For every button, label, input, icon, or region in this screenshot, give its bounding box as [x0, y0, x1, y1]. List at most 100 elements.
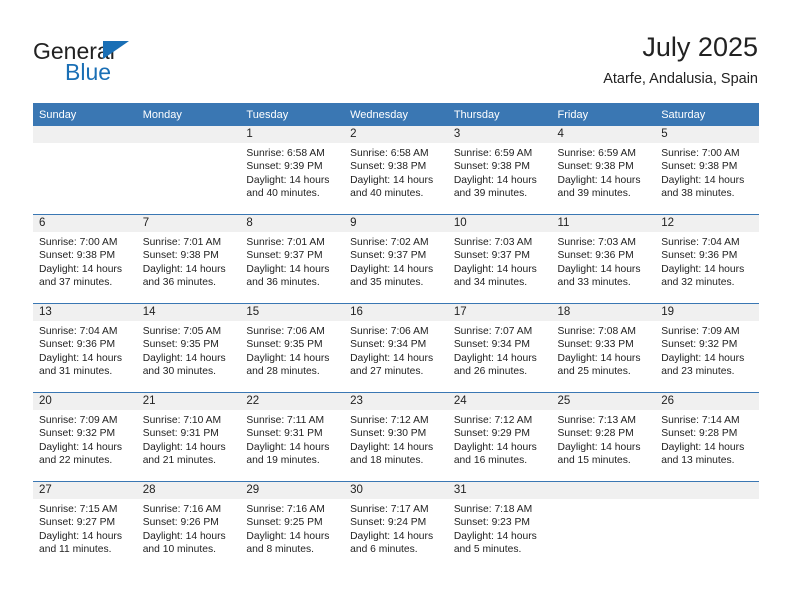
calendar-day-cell[interactable]: 1 Sunrise: 6:58 AM Sunset: 9:39 PM Daylight… — [240, 126, 345, 215]
daylight-line-2: and 22 minutes. — [39, 454, 113, 466]
sunrise-line: Sunrise: 7:12 AM — [453, 415, 533, 426]
daylight-line-1: Daylight: 14 hours — [246, 174, 330, 186]
day-number: 16 — [344, 304, 448, 321]
day-sun-details: Sunrise: 7:12 AM Sunset: 9:30 PM Daylight:… — [344, 410, 448, 467]
calendar-day-cell[interactable]: 2 Sunrise: 6:58 AM Sunset: 9:38 PM Daylight… — [344, 126, 448, 215]
sunset-line: Sunset: 9:30 PM — [350, 428, 427, 440]
weekday-header-thursday: Thursday — [447, 103, 552, 126]
calendar-day-cell[interactable]: 16 Sunrise: 7:06 AM Sunset: 9:34 PM Dayligh… — [344, 303, 448, 393]
calendar-day-cell[interactable]: 28 Sunrise: 7:16 AM Sunset: 9:26 PM Dayligh… — [136, 481, 241, 570]
sunset-line: Sunset: 9:31 PM — [246, 428, 323, 440]
daylight-line-1: Daylight: 14 hours — [557, 263, 641, 275]
calendar-day-cell[interactable]: 12 Sunrise: 7:04 AM Sunset: 9:36 PM Dayligh… — [655, 214, 759, 304]
calendar-day-cell[interactable]: 23 Sunrise: 7:12 AM Sunset: 9:30 PM Dayligh… — [344, 392, 448, 482]
daylight-line-1: Daylight: 14 hours — [350, 530, 434, 542]
calendar-day-cell[interactable]: 21 Sunrise: 7:10 AM Sunset: 9:31 PM Dayligh… — [136, 392, 241, 482]
sunset-line: Sunset: 9:38 PM — [142, 250, 219, 262]
calendar-week-row: 6 Sunrise: 7:00 AM Sunset: 9:38 PM Daylight… — [33, 214, 759, 304]
day-number: 22 — [240, 393, 345, 410]
daylight-line-2: and 32 minutes. — [661, 276, 735, 288]
daylight-line-1: Daylight: 14 hours — [142, 352, 226, 364]
daylight-line-1: Daylight: 14 hours — [661, 174, 745, 186]
sunset-line: Sunset: 9:38 PM — [350, 161, 427, 173]
daylight-line-2: and 39 minutes. — [453, 187, 528, 199]
day-sun-details: Sunrise: 7:04 AM Sunset: 9:36 PM Daylight:… — [33, 321, 137, 378]
day-number — [655, 482, 759, 499]
daylight-line-1: Daylight: 14 hours — [453, 441, 537, 453]
daylight-line-1: Daylight: 14 hours — [246, 263, 330, 275]
calendar-day-cell[interactable]: 30 Sunrise: 7:17 AM Sunset: 9:24 PM Dayligh… — [344, 481, 448, 570]
calendar-week-row: 27 Sunrise: 7:15 AM Sunset: 9:27 PM Dayligh… — [33, 481, 759, 570]
day-number: 29 — [240, 482, 345, 499]
calendar-day-cell[interactable]: 14 Sunrise: 7:05 AM Sunset: 9:35 PM Dayligh… — [136, 303, 241, 393]
calendar-day-cell[interactable]: 26 Sunrise: 7:14 AM Sunset: 9:28 PM Dayligh… — [655, 392, 759, 482]
daylight-line-1: Daylight: 14 hours — [350, 174, 434, 186]
day-sun-details: Sunrise: 7:09 AM Sunset: 9:32 PM Daylight:… — [655, 321, 759, 378]
weekday-header-tuesday: Tuesday — [240, 103, 345, 126]
day-number: 21 — [136, 393, 241, 410]
day-number: 6 — [33, 215, 137, 232]
sunset-line: Sunset: 9:27 PM — [39, 517, 116, 529]
calendar-day-cell[interactable]: 29 Sunrise: 7:16 AM Sunset: 9:25 PM Dayligh… — [240, 481, 345, 570]
calendar-day-cell[interactable]: 10 Sunrise: 7:03 AM Sunset: 9:37 PM Dayligh… — [447, 214, 552, 304]
day-sun-details: Sunrise: 7:16 AM Sunset: 9:25 PM Daylight:… — [240, 499, 344, 556]
day-sun-details: Sunrise: 7:17 AM Sunset: 9:24 PM Daylight:… — [344, 499, 448, 556]
daylight-line-1: Daylight: 14 hours — [142, 263, 226, 275]
general-blue-logo[interactable]: General Blue — [33, 38, 233, 86]
daylight-line-1: Daylight: 14 hours — [246, 441, 330, 453]
daylight-line-2: and 33 minutes. — [557, 276, 631, 288]
day-number: 27 — [33, 482, 137, 499]
sunset-line: Sunset: 9:36 PM — [39, 339, 116, 351]
calendar-day-cell[interactable]: 19 Sunrise: 7:09 AM Sunset: 9:32 PM Dayligh… — [655, 303, 759, 393]
sunrise-line: Sunrise: 7:01 AM — [246, 237, 325, 248]
calendar-day-cell[interactable]: 5 Sunrise: 7:00 AM Sunset: 9:38 PM Daylight… — [655, 126, 759, 215]
calendar-day-cell[interactable]: 31 Sunrise: 7:18 AM Sunset: 9:23 PM Dayligh… — [447, 481, 552, 570]
sunset-line: Sunset: 9:38 PM — [661, 161, 738, 173]
sunset-line: Sunset: 9:37 PM — [350, 250, 427, 262]
sunrise-line: Sunrise: 6:58 AM — [246, 148, 325, 159]
day-number: 15 — [240, 304, 345, 321]
day-sun-details: Sunrise: 6:58 AM Sunset: 9:38 PM Daylight:… — [344, 143, 448, 200]
calendar-day-cell[interactable]: 3 Sunrise: 6:59 AM Sunset: 9:38 PM Daylight… — [447, 126, 552, 215]
sunrise-line: Sunrise: 6:58 AM — [350, 148, 429, 159]
calendar-day-cell[interactable]: 13 Sunrise: 7:04 AM Sunset: 9:36 PM Dayligh… — [33, 303, 137, 393]
daylight-line-2: and 27 minutes. — [350, 365, 424, 377]
calendar-day-cell[interactable]: 11 Sunrise: 7:03 AM Sunset: 9:36 PM Dayligh… — [551, 214, 656, 304]
daylight-line-1: Daylight: 14 hours — [246, 530, 330, 542]
calendar-day-cell[interactable]: 20 Sunrise: 7:09 AM Sunset: 9:32 PM Dayligh… — [33, 392, 137, 482]
calendar-day-cell[interactable]: 25 Sunrise: 7:13 AM Sunset: 9:28 PM Dayligh… — [551, 392, 656, 482]
calendar-day-cell[interactable]: 24 Sunrise: 7:12 AM Sunset: 9:29 PM Dayligh… — [447, 392, 552, 482]
sunset-line: Sunset: 9:32 PM — [39, 428, 116, 440]
day-number: 24 — [447, 393, 552, 410]
calendar-page: General Blue July 2025 Atarfe, Andalusia… — [0, 0, 792, 612]
sunrise-line: Sunrise: 7:00 AM — [661, 148, 740, 159]
calendar-day-cell-empty — [655, 481, 759, 570]
calendar-day-cell[interactable]: 6 Sunrise: 7:00 AM Sunset: 9:38 PM Daylight… — [33, 214, 137, 304]
calendar-day-cell[interactable]: 17 Sunrise: 7:07 AM Sunset: 9:34 PM Dayligh… — [447, 303, 552, 393]
calendar-day-cell[interactable]: 4 Sunrise: 6:59 AM Sunset: 9:38 PM Daylight… — [551, 126, 656, 215]
daylight-line-2: and 28 minutes. — [246, 365, 320, 377]
calendar-day-cell[interactable]: 15 Sunrise: 7:06 AM Sunset: 9:35 PM Dayligh… — [240, 303, 345, 393]
daylight-line-2: and 25 minutes. — [557, 365, 631, 377]
sunrise-line: Sunrise: 7:07 AM — [453, 326, 533, 337]
calendar-day-cell[interactable]: 9 Sunrise: 7:02 AM Sunset: 9:37 PM Daylight… — [344, 214, 448, 304]
daylight-line-1: Daylight: 14 hours — [453, 352, 537, 364]
calendar-day-cell[interactable]: 7 Sunrise: 7:01 AM Sunset: 9:38 PM Daylight… — [136, 214, 241, 304]
daylight-line-1: Daylight: 14 hours — [142, 441, 226, 453]
calendar-day-cell[interactable]: 18 Sunrise: 7:08 AM Sunset: 9:33 PM Dayligh… — [551, 303, 656, 393]
day-number: 1 — [240, 126, 345, 143]
calendar-day-cell[interactable]: 8 Sunrise: 7:01 AM Sunset: 9:37 PM Daylight… — [240, 214, 345, 304]
sunset-line: Sunset: 9:39 PM — [246, 161, 323, 173]
logo-triangle-icon — [103, 41, 129, 59]
daylight-line-1: Daylight: 14 hours — [557, 352, 641, 364]
sunrise-sunset-calendar: Sunday Monday Tuesday Wednesday Thursday… — [33, 103, 759, 570]
calendar-day-cell[interactable]: 27 Sunrise: 7:15 AM Sunset: 9:27 PM Dayligh… — [33, 481, 137, 570]
daylight-line-1: Daylight: 14 hours — [350, 263, 434, 275]
calendar-day-cell[interactable]: 22 Sunrise: 7:11 AM Sunset: 9:31 PM Dayligh… — [240, 392, 345, 482]
sunrise-line: Sunrise: 7:06 AM — [246, 326, 325, 337]
sunset-line: Sunset: 9:23 PM — [453, 517, 530, 529]
daylight-line-2: and 38 minutes. — [661, 187, 735, 199]
day-number: 14 — [136, 304, 241, 321]
day-number: 11 — [551, 215, 656, 232]
sunset-line: Sunset: 9:24 PM — [350, 517, 427, 529]
